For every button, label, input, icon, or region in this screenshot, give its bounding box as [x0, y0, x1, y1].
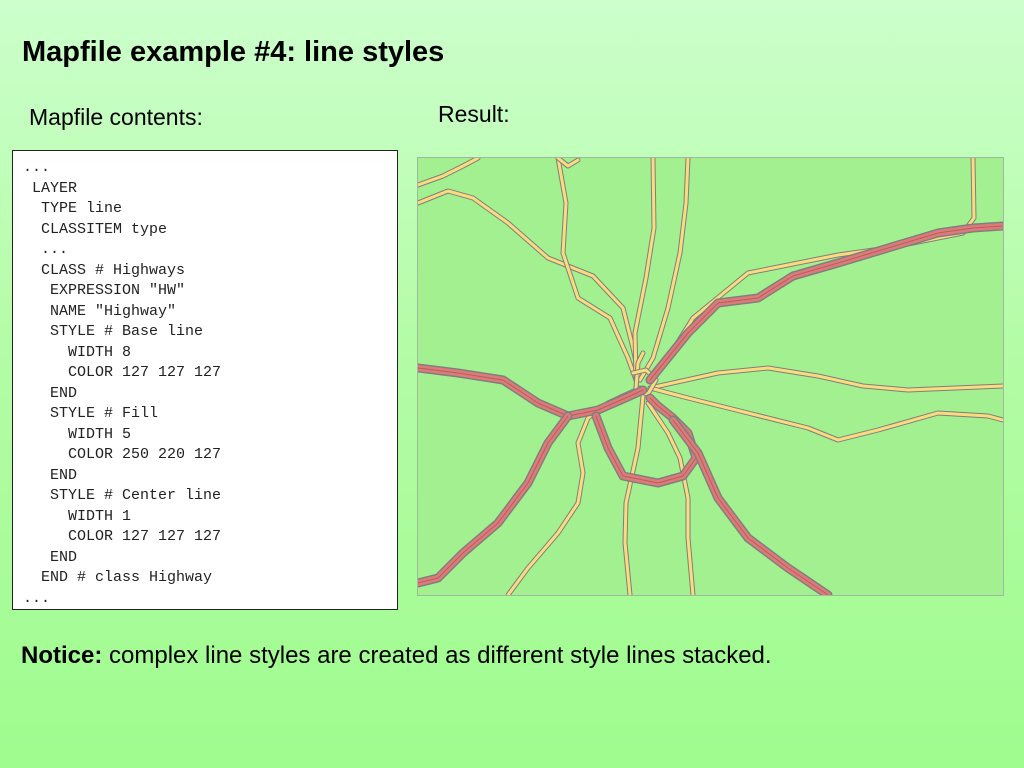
code-line: COLOR 250 220 127: [23, 446, 222, 463]
mapfile-contents-label: Mapfile contents:: [29, 104, 203, 130]
minor-road-stroke: [418, 189, 642, 382]
code-line: END: [23, 384, 78, 402]
code-line: WIDTH 5: [23, 425, 132, 443]
notice-body: complex line styles are created as diffe…: [102, 642, 772, 669]
code-line: END: [23, 548, 78, 566]
minor-road: [555, 158, 639, 383]
highway-road-stroke: [670, 417, 831, 595]
highway-road-stroke: [649, 225, 1003, 381]
minor-road-stroke: [660, 158, 977, 369]
highway-road-stroke: [418, 411, 573, 588]
code-line: EXPRESSION "HW": [23, 282, 186, 299]
code-line: COLOR 127 127 127: [23, 528, 222, 545]
notice-text: Notice: complex line styles are created …: [21, 642, 772, 670]
notice-label: Notice:: [21, 642, 103, 669]
code-line: STYLE # Center line: [23, 487, 222, 504]
code-line: STYLE # Base line: [23, 323, 204, 340]
minor-road-stroke: [649, 387, 1003, 441]
highway-road: [645, 221, 1003, 385]
code-line: WIDTH 8: [23, 343, 132, 361]
minor-road: [418, 188, 643, 383]
code-line: LAYER: [23, 179, 78, 197]
code-line: ...: [23, 589, 51, 607]
code-line: COLOR 127 127 127: [23, 364, 222, 381]
result-map: [417, 157, 1004, 596]
result-label: Result:: [438, 101, 510, 127]
code-line: WIDTH 1: [23, 507, 132, 525]
minor-road-stroke: [661, 158, 976, 368]
minor-road: [632, 158, 657, 383]
highway-road-stroke: [647, 223, 1003, 383]
minor-road-stroke: [556, 158, 638, 382]
highway-road-stroke: [645, 221, 1003, 385]
minor-road-stroke: [418, 190, 641, 381]
highway-road: [418, 411, 573, 588]
code-line: TYPE line: [23, 200, 123, 217]
code-line: NAME "Highway": [23, 302, 177, 320]
minor-road: [647, 365, 1003, 393]
code-line: CLASS # Highways: [23, 261, 186, 279]
minor-road-stroke: [418, 188, 643, 383]
code-line: ...: [23, 159, 51, 176]
code-line: CLASSITEM type: [23, 220, 168, 238]
code-line: ...: [23, 241, 69, 258]
highway-road: [418, 363, 648, 421]
minor-road: [660, 158, 977, 369]
minor-road-stroke: [662, 158, 975, 367]
code-line: END # class Highway: [23, 569, 213, 586]
code-line: END: [23, 466, 78, 484]
minor-road: [418, 158, 481, 188]
minor-road: [622, 393, 646, 595]
highway-road: [668, 415, 833, 595]
road-map-svg: [418, 158, 1003, 595]
code-line: STYLE # Fill: [23, 405, 159, 422]
minor-road: [647, 385, 1003, 443]
minor-road-stroke: [632, 158, 657, 383]
slide-title: Mapfile example #4: line styles: [22, 36, 445, 68]
mapfile-code-box: ... LAYER TYPE line CLASSITEM type ... C…: [12, 150, 398, 610]
